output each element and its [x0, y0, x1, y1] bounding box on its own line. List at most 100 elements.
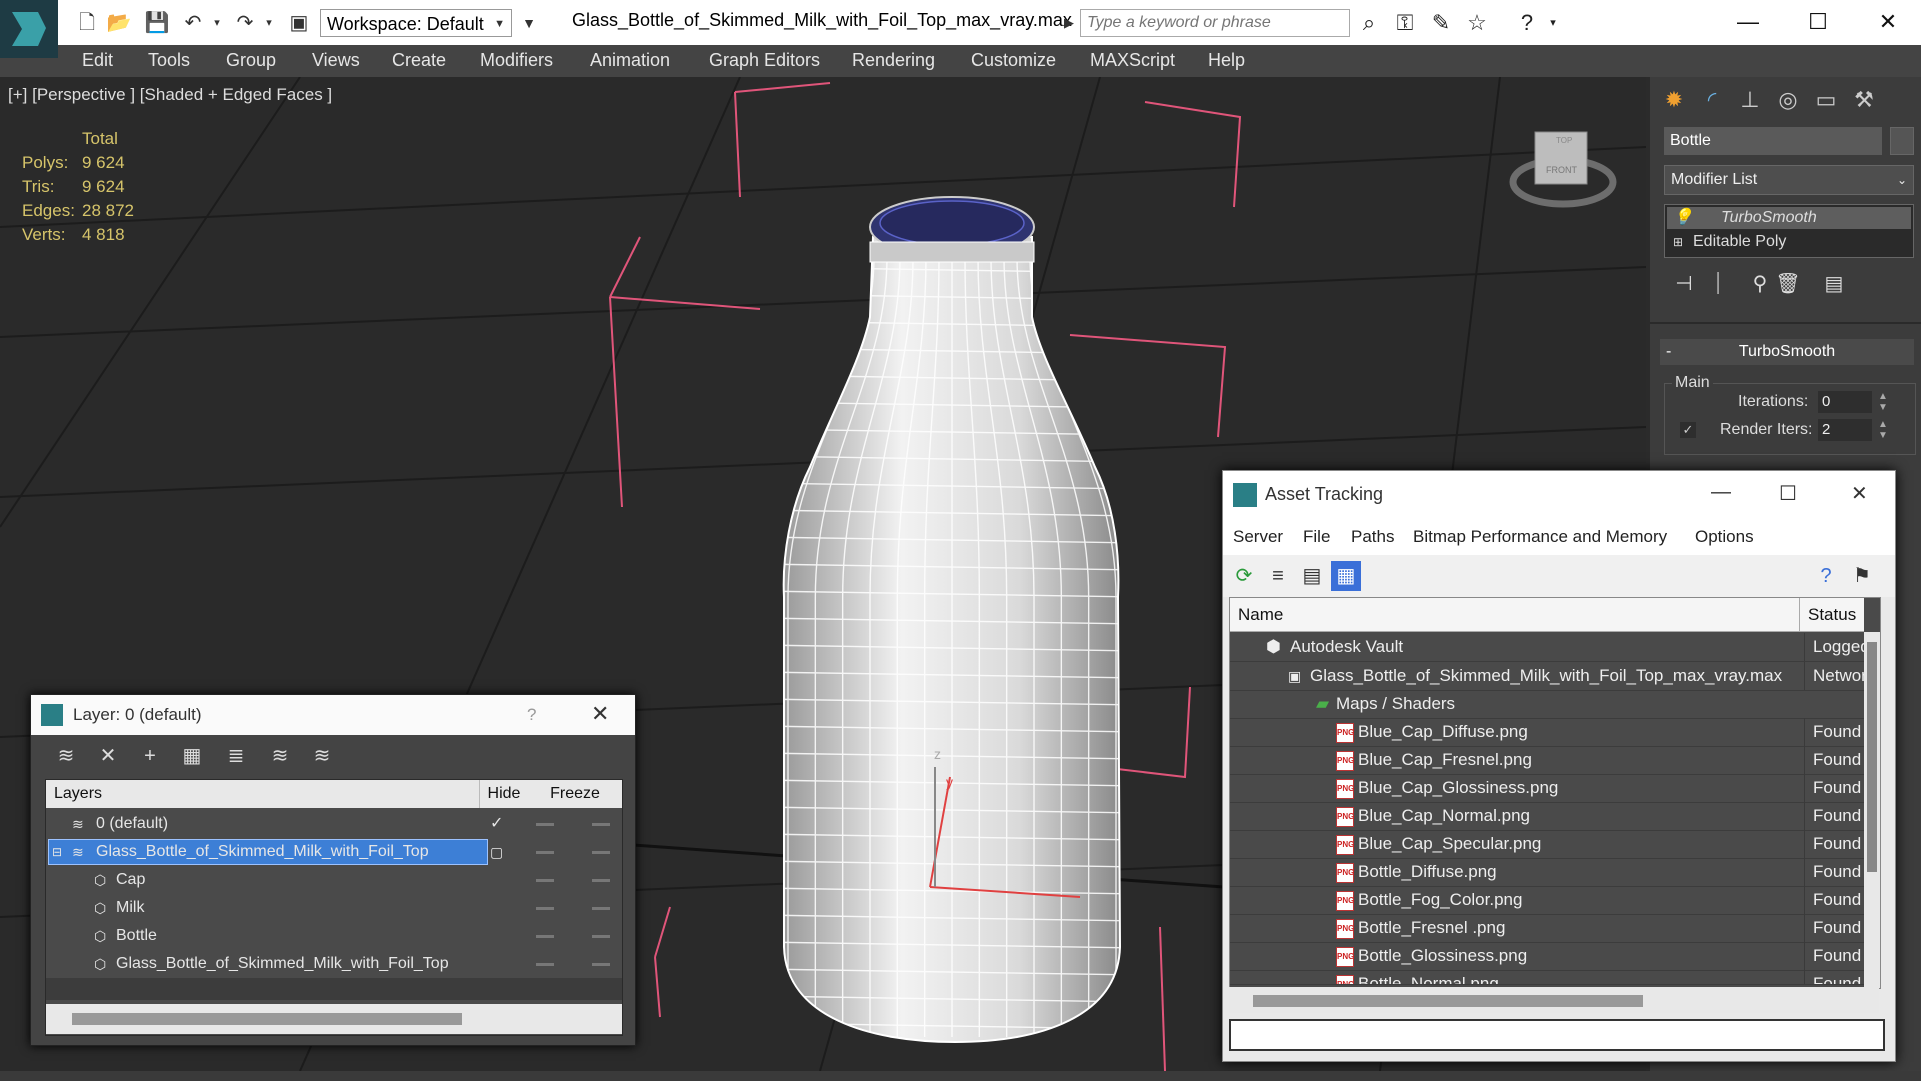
- search-input[interactable]: [1080, 9, 1350, 37]
- stack-item-turbosmooth[interactable]: 💡 TurboSmooth: [1667, 207, 1911, 229]
- menu-file[interactable]: File: [1303, 527, 1330, 547]
- column-header-hide[interactable]: Hide: [480, 780, 529, 808]
- menu-maxscript[interactable]: MAXScript: [1090, 50, 1175, 71]
- turbosmooth-rollout-header[interactable]: - TurboSmooth: [1660, 339, 1914, 365]
- layer-row-default[interactable]: ≋ 0 (default) ✓: [46, 810, 622, 838]
- asset-row-scene-file[interactable]: ▣ Glass_Bottle_of_Skimmed_Milk_with_Foil…: [1230, 662, 1864, 691]
- menu-group[interactable]: Group: [226, 50, 276, 71]
- object-row-cap[interactable]: ⬡ Cap: [46, 866, 622, 894]
- hide-toggle[interactable]: [536, 907, 554, 910]
- stack-item-editable-poly[interactable]: ⊞ Editable Poly: [1667, 231, 1911, 253]
- object-row-group[interactable]: ⬡ Glass_Bottle_of_Skimmed_Milk_with_Foil…: [46, 950, 622, 978]
- refresh-icon[interactable]: ⟳: [1229, 561, 1259, 591]
- delete-layer-icon[interactable]: ✕: [93, 743, 123, 769]
- asset-row-vault[interactable]: ⬢ Autodesk Vault Logged: [1230, 633, 1864, 662]
- hierarchy-tab-icon[interactable]: ⊥: [1732, 83, 1768, 117]
- asset-window-titlebar[interactable]: Asset Tracking — ☐ ✕: [1223, 471, 1895, 519]
- app-logo-icon[interactable]: [0, 0, 58, 58]
- undo-dropdown-icon[interactable]: ▾: [204, 10, 230, 36]
- column-header-status[interactable]: Status: [1800, 598, 1864, 632]
- expand-plus-icon[interactable]: ⊞: [1673, 231, 1683, 253]
- customize-toolbar-icon[interactable]: ▼: [516, 10, 542, 36]
- scrollbar-thumb[interactable]: [72, 1013, 462, 1025]
- thumbnail-view-icon[interactable]: ▤: [1297, 561, 1327, 591]
- freeze-toggle[interactable]: [592, 935, 610, 938]
- set-current-box-icon[interactable]: ▢: [490, 838, 503, 866]
- hide-toggle[interactable]: [536, 879, 554, 882]
- maximize-button[interactable]: ☐: [1788, 4, 1848, 40]
- object-color-swatch[interactable]: [1890, 127, 1914, 155]
- pin-stack-icon[interactable]: ⊣: [1670, 269, 1698, 299]
- iterations-spinner[interactable]: 0: [1818, 391, 1872, 413]
- scrollbar-thumb[interactable]: [1867, 642, 1877, 872]
- make-unique-icon[interactable]: ⚲: [1746, 269, 1774, 299]
- menu-customize[interactable]: Customize: [971, 50, 1056, 71]
- help-dropdown-icon[interactable]: ▾: [1538, 8, 1568, 38]
- render-iters-spinner[interactable]: 2: [1818, 419, 1872, 441]
- column-header-name[interactable]: Name: [1230, 598, 1800, 632]
- workspace-dropdown[interactable]: Workspace: Default ▼: [320, 9, 512, 37]
- help-icon[interactable]: ?: [1811, 561, 1841, 591]
- menu-options[interactable]: Options: [1695, 527, 1754, 547]
- close-icon[interactable]: ✕: [591, 701, 609, 727]
- object-row-milk[interactable]: ⬡ Milk: [46, 894, 622, 922]
- minimize-button[interactable]: —: [1711, 481, 1731, 504]
- object-name-field[interactable]: Bottle: [1664, 127, 1882, 155]
- menu-rendering[interactable]: Rendering: [852, 50, 935, 71]
- modify-tab-icon[interactable]: ◜: [1694, 83, 1730, 117]
- asset-row-map[interactable]: PNG Bottle_Diffuse.png Found: [1230, 858, 1864, 887]
- asset-row-map[interactable]: PNG Bottle_Fog_Color.png Found: [1230, 886, 1864, 915]
- select-objects-icon[interactable]: ▦: [177, 743, 207, 769]
- current-layer-check-icon[interactable]: ✓: [490, 810, 503, 838]
- asset-row-map[interactable]: PNG Bottle_Glossiness.png Found: [1230, 942, 1864, 971]
- menu-modifiers[interactable]: Modifiers: [480, 50, 553, 71]
- column-header-layers[interactable]: Layers: [46, 780, 480, 808]
- menu-tools[interactable]: Tools: [148, 50, 190, 71]
- spinner-arrows-icon[interactable]: ▲ ▼: [1878, 391, 1888, 413]
- table-view-icon[interactable]: ▦: [1331, 561, 1361, 591]
- create-tab-icon[interactable]: ✹: [1656, 83, 1692, 117]
- collapse-minus-icon[interactable]: ⊟: [52, 838, 62, 866]
- asset-row-map[interactable]: PNG Bottle_Normal.png Found: [1230, 970, 1864, 985]
- display-tab-icon[interactable]: ▭: [1808, 83, 1844, 117]
- asset-path-field[interactable]: [1229, 1019, 1885, 1051]
- minimize-button[interactable]: —: [1718, 4, 1778, 40]
- maximize-button[interactable]: ☐: [1779, 481, 1797, 506]
- menu-edit[interactable]: Edit: [82, 50, 113, 71]
- viewport-label[interactable]: [+] [Perspective ] [Shaded + Edged Faces…: [8, 85, 332, 105]
- freeze-toggle[interactable]: [592, 963, 610, 966]
- scrollbar-thumb[interactable]: [1253, 995, 1643, 1007]
- list-view-icon[interactable]: ≡: [1263, 561, 1293, 591]
- layer-row-selected[interactable]: ⊟ ≋ Glass_Bottle_of_Skimmed_Milk_with_Fo…: [46, 838, 622, 866]
- menu-paths[interactable]: Paths: [1351, 527, 1394, 547]
- expand-search-icon[interactable]: ▶: [1056, 10, 1082, 36]
- close-button[interactable]: ✕: [1851, 481, 1868, 506]
- favorites-star-icon[interactable]: ☆: [1462, 8, 1492, 38]
- undo-icon[interactable]: ↶: [180, 10, 206, 36]
- configure-modifier-sets-icon[interactable]: ▤: [1820, 269, 1848, 299]
- object-row-bottle[interactable]: ⬡ Bottle: [46, 922, 622, 950]
- project-folder-icon[interactable]: ▣: [286, 10, 312, 36]
- new-layer-icon[interactable]: ≋: [51, 743, 81, 769]
- redo-dropdown-icon[interactable]: ▾: [256, 10, 282, 36]
- set-current-layer-icon[interactable]: ≋: [265, 743, 295, 769]
- freeze-toggle[interactable]: [592, 823, 610, 826]
- remove-modifier-icon[interactable]: 🗑: [1774, 269, 1802, 299]
- spinner-arrows-icon[interactable]: ▲ ▼: [1878, 419, 1888, 441]
- hide-toggle[interactable]: [536, 851, 554, 854]
- menu-server[interactable]: Server: [1233, 527, 1283, 547]
- render-iters-checkbox[interactable]: ✓: [1680, 422, 1696, 438]
- asset-row-map[interactable]: PNG Blue_Cap_Fresnel.png Found: [1230, 746, 1864, 775]
- menu-animation[interactable]: Animation: [590, 50, 670, 71]
- freeze-toggle[interactable]: [592, 879, 610, 882]
- open-file-icon[interactable]: 📂: [106, 10, 132, 36]
- save-icon[interactable]: 💾: [144, 10, 170, 36]
- help-icon[interactable]: ?: [527, 705, 536, 725]
- lightbulb-icon[interactable]: 💡: [1673, 207, 1693, 229]
- menu-bitmap-performance[interactable]: Bitmap Performance and Memory: [1413, 527, 1667, 547]
- asset-row-map[interactable]: PNG Blue_Cap_Normal.png Found: [1230, 802, 1864, 831]
- communication-center-icon[interactable]: ✎: [1426, 8, 1456, 38]
- asset-row-map[interactable]: PNG Blue_Cap_Diffuse.png Found: [1230, 718, 1864, 747]
- select-layer-icon[interactable]: ≣: [221, 743, 251, 769]
- utilities-tab-icon[interactable]: ⚒: [1846, 83, 1882, 117]
